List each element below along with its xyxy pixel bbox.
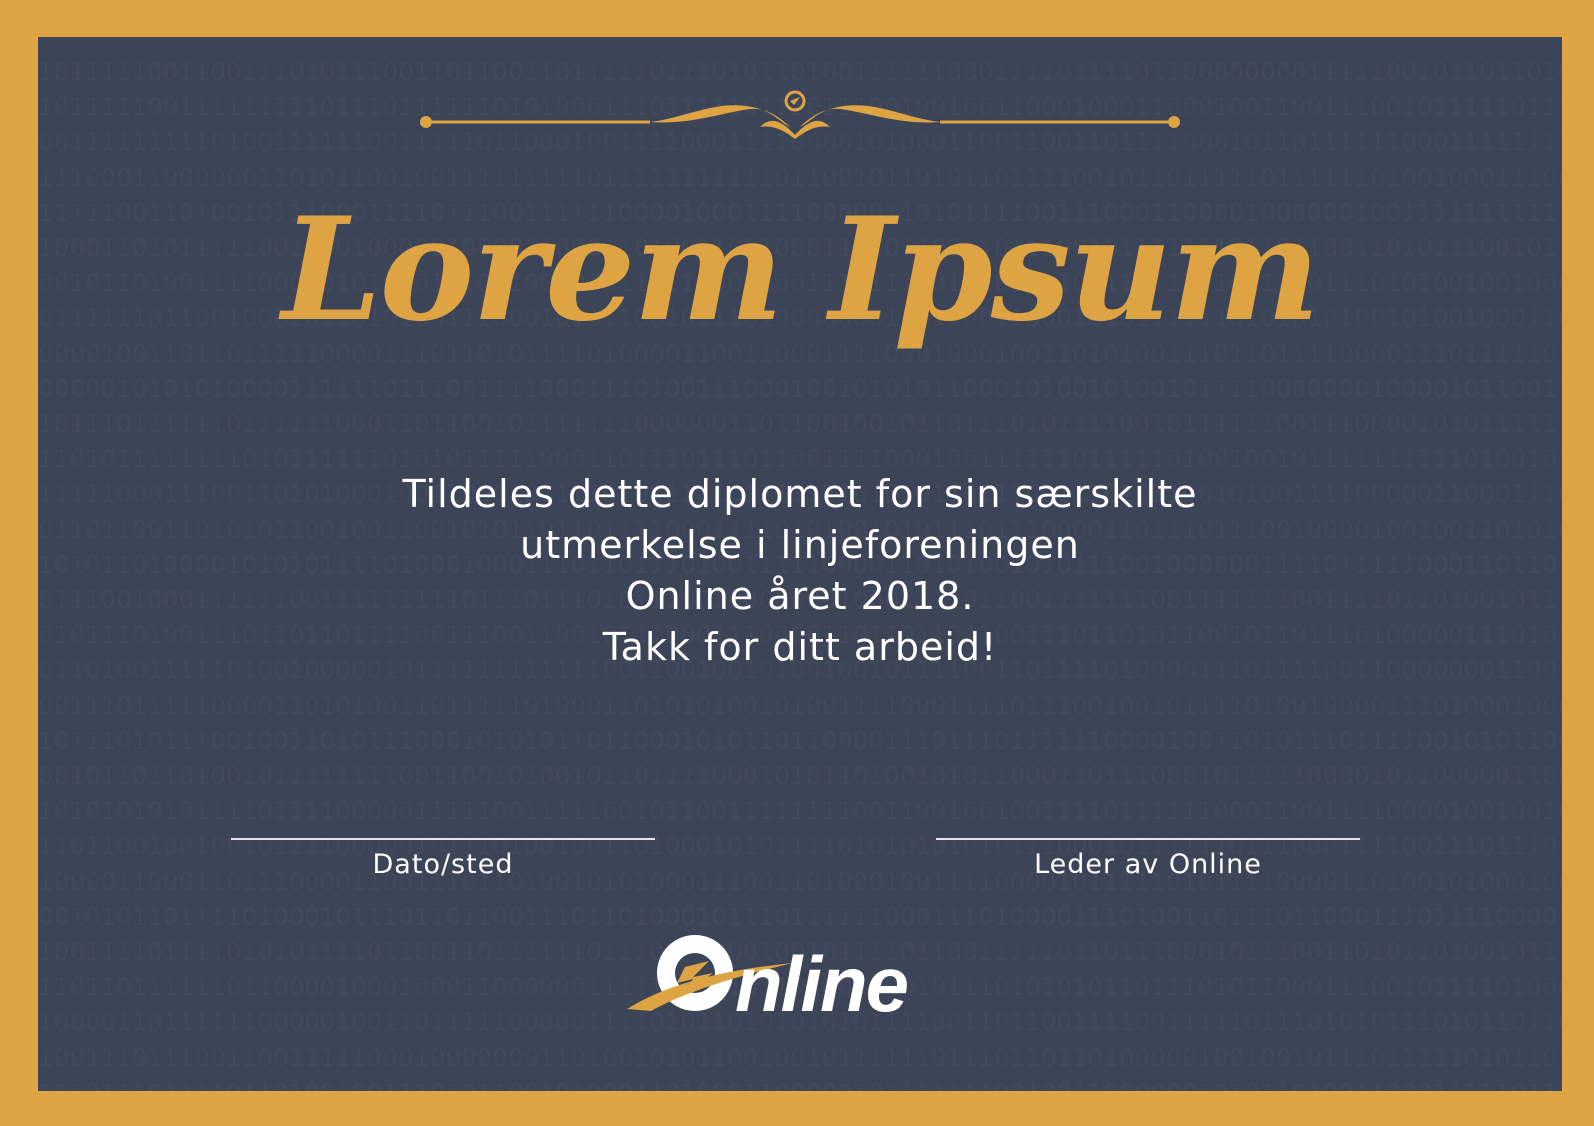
flourish-divider-icon [420,90,1180,139]
online-logo: nline [627,935,910,1017]
signature-label-date: Dato/sted [372,849,514,880]
body-line: Online året 2018. [625,574,975,618]
diploma-panel: 1011111001100111010111001101100110111110… [38,37,1562,1091]
signature-line-date [231,838,655,840]
signature-label-leader: Leder av Online [1034,849,1262,880]
body-line: utmerkelse i linjeforeningen [520,523,1080,567]
body-line: Tildeles dette diplomet for sin særskilt… [402,472,1198,516]
svg-text:nline: nline [735,940,908,1017]
signature-line-leader [936,838,1360,840]
body-line: Takk for ditt arbeid! [602,625,998,669]
diploma-title: Lorem Ipsum [281,187,1321,353]
diploma-body: Tildeles dette diplomet for sin særskilt… [38,469,1562,673]
